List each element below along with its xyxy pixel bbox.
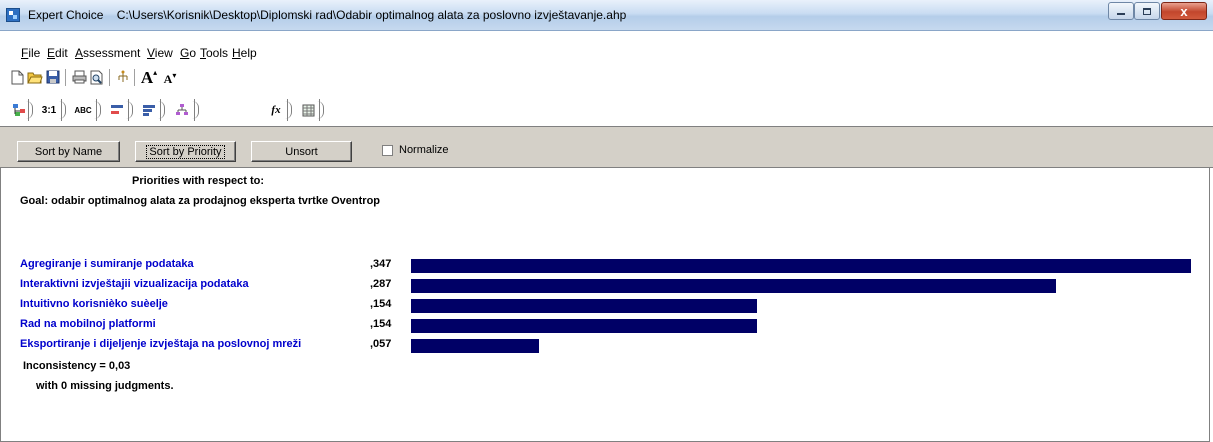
missing-judgments-text: with 0 missing judgments. (36, 380, 174, 392)
priority-bar (411, 259, 1191, 273)
synthesis-icon (176, 104, 188, 115)
menu-view[interactable]: View (147, 46, 173, 60)
toolbar-separator (65, 69, 67, 86)
maximize-button[interactable] (1134, 2, 1160, 20)
open-folder-icon[interactable] (26, 68, 44, 86)
tab-pairwise-numerical[interactable]: 3:1 (37, 99, 66, 121)
toolbar: A ▴ A ▾ (8, 68, 1213, 90)
tab-tree-view[interactable] (10, 99, 33, 121)
button-label: Unsort (285, 145, 318, 158)
inconsistency-text: Inconsistency = 0,03 (23, 360, 131, 372)
menu-tools[interactable]: Tools (200, 46, 228, 60)
alternative-label: Intuitivno korisnièko suèelje (20, 298, 168, 310)
file-path: C:\Users\Korisnik\Desktop\Diplomski rad\… (116, 8, 627, 22)
new-file-icon[interactable] (8, 68, 26, 86)
priorities-heading: Priorities with respect to: (132, 175, 265, 187)
alternative-label: Interaktivni izvještajii vizualizacija p… (20, 278, 249, 290)
sort-by-priority-button[interactable]: Sort by Priority (135, 141, 236, 162)
tab-data-grid[interactable] (297, 99, 324, 121)
tab-pairwise-verbal[interactable]: ABC (70, 99, 101, 121)
sort-toolbar: Sort by Name Sort by Priority Unsort Nor… (0, 126, 1213, 168)
priority-value: ,154 (370, 298, 392, 310)
formula-icon: fx (271, 104, 281, 116)
menu-help[interactable]: Help (232, 46, 257, 60)
toolbar-separator (109, 69, 111, 86)
title-bar: Expert Choice C:\Users\Korisnik\Desktop\… (0, 0, 1213, 31)
toolbar-separator (134, 69, 136, 86)
minimize-button[interactable] (1108, 2, 1134, 20)
print-preview-icon[interactable] (88, 68, 106, 86)
view-tabs: 3:1 ABC fx (10, 99, 1213, 123)
tab-label: ABC (74, 105, 92, 115)
model-icon[interactable] (114, 68, 132, 86)
button-label: Sort by Name (34, 145, 103, 158)
menu-go[interactable]: Go (180, 46, 196, 60)
normalize-toggle[interactable]: Normalize (382, 144, 449, 156)
priority-bar (411, 319, 757, 333)
priority-value: ,057 (370, 338, 392, 350)
save-icon[interactable] (44, 68, 62, 86)
priority-bar (411, 279, 1056, 293)
menu-file[interactable]: File (21, 46, 40, 60)
close-button[interactable]: x (1161, 2, 1207, 20)
priorities-panel: Sort by Name Sort by Priority Unsort Nor… (0, 126, 1213, 442)
maximize-icon (1143, 7, 1151, 15)
normalize-checkbox[interactable] (382, 144, 393, 156)
tab-synthesis[interactable] (170, 99, 199, 121)
priority-value: ,287 (370, 278, 392, 290)
tab-sorted-priorities[interactable] (138, 99, 165, 121)
alternative-label: Eksportiranje i dijeljenje izvještaja na… (20, 338, 302, 350)
tab-priorities-graph[interactable] (106, 99, 133, 121)
increase-font-icon[interactable]: A ▴ (139, 68, 159, 86)
tree-view-icon (13, 104, 25, 116)
sorted-priorities-icon (143, 104, 155, 116)
menu-bar: File Edit Assessment View Go Tools Help (0, 31, 1213, 61)
data-grid-icon (302, 104, 314, 116)
goal-label: Goal: odabir optimalnog alata za prodajn… (20, 195, 381, 207)
tab-formula[interactable]: fx (265, 99, 292, 121)
priority-bar (411, 299, 757, 313)
menu-assessment[interactable]: Assessment (75, 46, 140, 60)
app-icon (6, 8, 20, 22)
priorities-graph-icon (111, 105, 123, 114)
decrease-font-icon[interactable]: A ▾ (161, 68, 179, 86)
priority-value: ,154 (370, 318, 392, 330)
alternative-label: Rad na mobilnoj platformi (20, 318, 156, 330)
window-title: Expert Choice C:\Users\Korisnik\Desktop\… (28, 8, 626, 22)
close-icon: x (1180, 3, 1188, 19)
normalize-label: Normalize (399, 144, 449, 156)
print-icon[interactable] (70, 68, 88, 86)
minimize-icon (1117, 13, 1125, 15)
unsort-button[interactable]: Unsort (251, 141, 352, 162)
priorities-content: Priorities with respect to: Goal: odabir… (0, 168, 1210, 442)
sort-by-name-button[interactable]: Sort by Name (17, 141, 120, 162)
menu-edit[interactable]: Edit (47, 46, 68, 60)
tab-label: 3:1 (41, 104, 57, 116)
button-label: Sort by Priority (146, 144, 225, 159)
app-name: Expert Choice (28, 8, 104, 22)
priority-value: ,347 (370, 258, 392, 270)
alternative-label: Agregiranje i sumiranje podataka (20, 258, 194, 270)
priority-bar (411, 339, 539, 353)
